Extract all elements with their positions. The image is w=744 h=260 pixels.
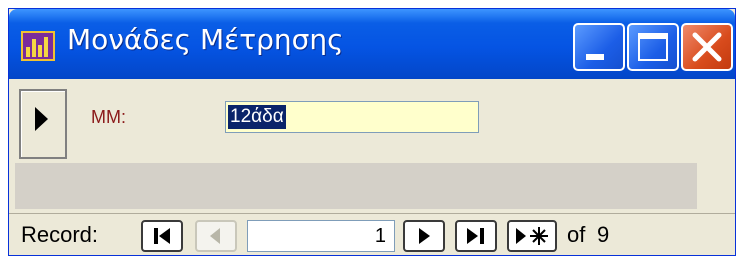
maximize-button[interactable] xyxy=(627,23,679,71)
record-label: Record: xyxy=(21,222,99,247)
title-bar[interactable]: Μονάδες Μέτρησης xyxy=(9,9,735,79)
last-record-button[interactable] xyxy=(455,220,497,252)
mm-text-field[interactable]: 12άδα xyxy=(225,101,479,133)
first-record-icon xyxy=(154,228,170,244)
field-label-mm: ΜΜ: xyxy=(91,107,126,127)
access-form-icon[interactable] xyxy=(21,31,55,61)
first-record-button[interactable] xyxy=(141,220,183,252)
close-icon xyxy=(692,32,722,62)
minimize-icon xyxy=(586,54,604,60)
mm-field-value: 12άδα xyxy=(228,105,286,129)
record-navigation-bar: Record: 1 of 9 xyxy=(9,213,735,255)
previous-record-button[interactable] xyxy=(195,220,237,252)
record-selector[interactable] xyxy=(19,89,67,159)
new-record-icon xyxy=(516,227,548,245)
maximize-icon xyxy=(638,33,668,61)
current-record-input[interactable]: 1 xyxy=(247,220,395,252)
minimize-button[interactable] xyxy=(573,23,625,71)
previous-record-icon xyxy=(210,228,220,244)
next-record-button[interactable] xyxy=(403,220,445,252)
close-button[interactable] xyxy=(681,23,733,71)
next-record-icon xyxy=(419,228,430,244)
current-record-arrow-icon xyxy=(35,107,48,131)
of-label: of xyxy=(567,222,586,247)
last-record-icon xyxy=(467,228,484,244)
window-title: Μονάδες Μέτρησης xyxy=(67,23,344,56)
form-window: Μονάδες Μέτρησης ΜΜ: 12άδα Record: 1 of … xyxy=(8,8,736,256)
new-record-button[interactable] xyxy=(507,220,557,252)
total-records: 9 xyxy=(597,222,610,247)
form-detail-area xyxy=(15,163,697,209)
form-body: ΜΜ: 12άδα xyxy=(9,79,735,213)
